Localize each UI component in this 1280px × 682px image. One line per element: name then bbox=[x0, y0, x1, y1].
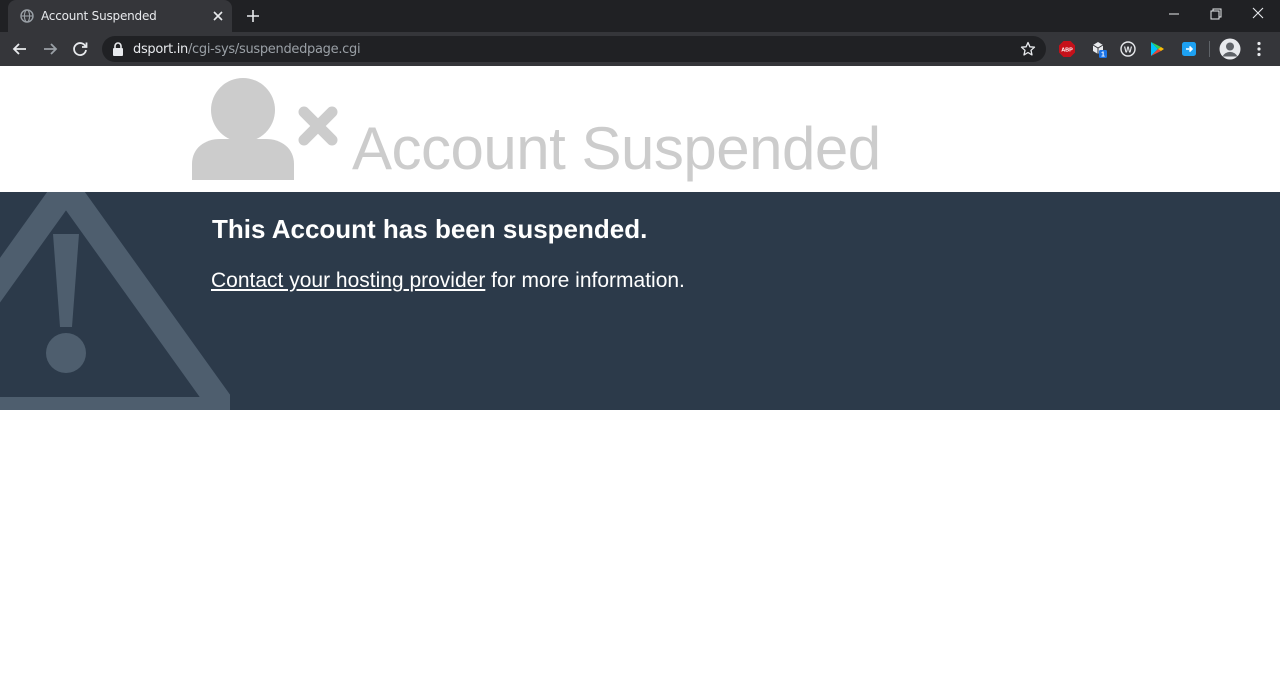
address-bar[interactable]: dsport.in/cgi-sys/suspendedpage.cgi bbox=[102, 36, 1046, 62]
message-suffix: for more information. bbox=[485, 269, 685, 292]
play-extension-icon[interactable] bbox=[1148, 40, 1166, 58]
abp-label: ABP bbox=[1061, 48, 1073, 54]
kebab-menu-icon[interactable] bbox=[1254, 40, 1264, 58]
new-tab-icon[interactable] bbox=[244, 7, 262, 25]
url-text: dsport.in/cgi-sys/suspendedpage.cgi bbox=[133, 42, 361, 57]
back-arrow-icon[interactable] bbox=[9, 38, 31, 60]
restore-icon[interactable] bbox=[1194, 0, 1238, 32]
window-close-icon[interactable] bbox=[1236, 0, 1280, 32]
reload-icon[interactable] bbox=[69, 38, 91, 60]
globe-icon bbox=[20, 9, 34, 23]
forward-arrow-icon[interactable] bbox=[39, 38, 61, 60]
page-title: Account Suspended bbox=[352, 115, 881, 182]
browser-toolbar: dsport.in/cgi-sys/suspendedpage.cgi ABP … bbox=[0, 32, 1280, 66]
contact-hosting-provider-link[interactable]: Contact your hosting provider bbox=[211, 269, 485, 292]
w-extension-icon[interactable]: W bbox=[1119, 40, 1137, 58]
save-extension-icon[interactable] bbox=[1180, 40, 1198, 58]
lock-icon[interactable] bbox=[112, 42, 124, 56]
minimize-icon[interactable] bbox=[1152, 0, 1196, 32]
extension-box-icon[interactable]: 1 bbox=[1090, 40, 1108, 58]
user-suspended-icon bbox=[192, 78, 338, 180]
star-icon[interactable] bbox=[1020, 41, 1036, 57]
tab-close-icon[interactable] bbox=[210, 8, 226, 24]
warning-icon bbox=[0, 192, 230, 410]
page-header: Account Suspended bbox=[0, 66, 1280, 192]
tab-title: Account Suspended bbox=[41, 9, 157, 23]
avatar-icon[interactable] bbox=[1219, 38, 1241, 60]
adblock-plus-icon[interactable]: ABP bbox=[1058, 40, 1076, 58]
w-extension-label: W bbox=[1124, 44, 1133, 54]
suspension-message: Contact your hosting provider for more i… bbox=[211, 269, 685, 293]
suspension-heading: This Account has been suspended. bbox=[212, 214, 648, 244]
toolbar-separator bbox=[1209, 41, 1210, 57]
tab-strip: Account Suspended bbox=[0, 0, 1280, 32]
url-path: /cgi-sys/suspendedpage.cgi bbox=[187, 42, 361, 57]
extension-badge: 1 bbox=[1101, 52, 1105, 58]
browser-tab[interactable]: Account Suspended bbox=[8, 0, 232, 32]
suspension-banner: This Account has been suspended. Contact… bbox=[0, 192, 1280, 410]
url-host: dsport.in bbox=[133, 42, 188, 57]
